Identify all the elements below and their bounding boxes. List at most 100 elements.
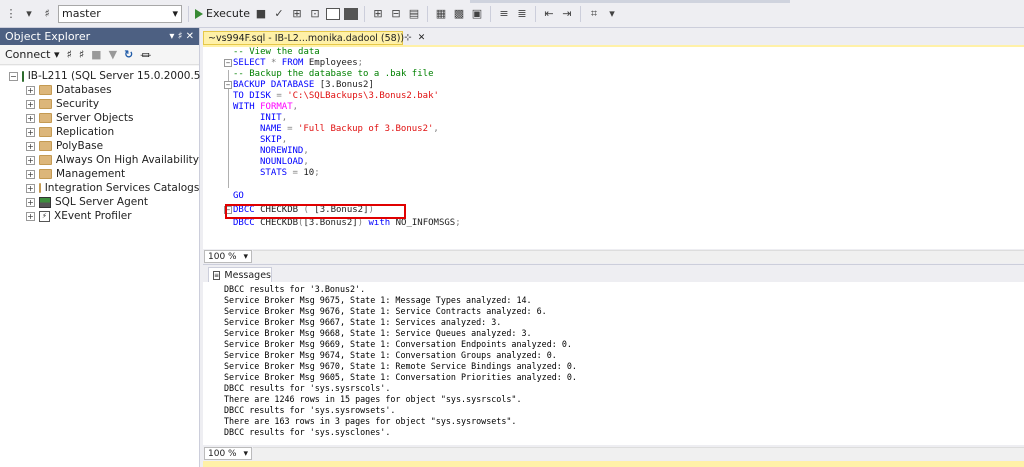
tab-messages[interactable]: ≡ Messages (208, 267, 272, 283)
expand-icon[interactable]: + (26, 197, 35, 207)
uncomment-icon[interactable]: ≣ (515, 7, 529, 21)
toolbar-separator (427, 5, 428, 22)
folder-icon (39, 141, 52, 151)
message-line: Service Broker Msg 9668, State 1: Servic… (224, 328, 532, 338)
message-line: DBCC results for 'sys.sysclones'. (224, 427, 391, 437)
results-to-text-icon[interactable]: ▦ (434, 7, 448, 21)
expand-icon[interactable]: + (26, 211, 35, 221)
messages-horizontal-scrollbar[interactable] (253, 447, 1024, 460)
folder-icon (38, 183, 41, 193)
tree-node-security[interactable]: + Security (0, 97, 199, 111)
stop-icon[interactable]: ■ (254, 7, 268, 21)
tree-node-replication[interactable]: + Replication (0, 125, 199, 139)
collapse-icon[interactable]: − (224, 81, 232, 89)
filter-icon[interactable]: ▾ (22, 7, 36, 21)
live-stats-icon[interactable]: ⊟ (389, 7, 403, 21)
message-line: Service Broker Msg 9669, State 1: Conver… (224, 339, 572, 349)
tree-node-label: Management (56, 168, 126, 180)
code-text: WITH FORMAT, (233, 102, 299, 112)
message-line: DBCC results for 'sys.sysrowsets'. (224, 405, 396, 415)
message-line: Service Broker Msg 9674, State 1: Conver… (224, 350, 557, 360)
expand-icon[interactable]: + (26, 99, 35, 109)
tree-node-xevent-profiler[interactable]: + ⚡ XEvent Profiler (0, 209, 199, 223)
client-stats-icon[interactable]: ▤ (407, 7, 421, 21)
results-to-grid-icon[interactable]: ▩ (452, 7, 466, 21)
specify-values-icon[interactable]: ⌗ (587, 7, 601, 21)
expand-icon[interactable]: + (26, 155, 35, 165)
panel-controls[interactable]: ▾ ♯ ✕ (169, 31, 194, 42)
tree-node-label: Always On High Availability (55, 154, 199, 166)
message-line: DBCC results for 'sys.sysrscols'. (224, 383, 391, 393)
expand-icon[interactable]: + (26, 113, 35, 123)
results-tabbar: ≡ Messages (203, 264, 1024, 283)
tree-node-integration-services[interactable]: + Integration Services Catalogs (0, 181, 199, 195)
folder-icon (39, 99, 52, 109)
tree-node-management[interactable]: + Management (0, 167, 199, 181)
parse-check-icon[interactable]: ✓ (272, 7, 286, 21)
expand-icon[interactable]: + (26, 169, 35, 179)
zoom-value: 100 % (208, 251, 237, 262)
grip-icon: ⋮ (5, 7, 17, 20)
increase-indent-icon[interactable]: ⇥ (560, 7, 574, 21)
agent-icon (39, 196, 51, 208)
comment-icon[interactable]: ≡ (497, 7, 511, 21)
object-explorer-title: Object Explorer (5, 30, 91, 43)
database-select[interactable]: master ▾ (58, 4, 182, 23)
display-estimated-plan-icon[interactable]: ⊞ (290, 7, 304, 21)
tree-node-databases[interactable]: + Databases (0, 83, 199, 97)
pin-icon[interactable]: ⊹ (404, 33, 412, 43)
execute-button[interactable]: Execute (195, 7, 250, 20)
available-databases-icon[interactable]: ♯ (40, 7, 54, 21)
include-plan-icon[interactable]: ⊞ (371, 7, 385, 21)
disconnect-icon[interactable]: ♯ (79, 48, 84, 61)
intellisense-icon[interactable] (326, 7, 340, 20)
tab-query-editor[interactable]: ~vs994F.sql - IB-L2...monika.dadool (58)… (203, 31, 425, 45)
message-line: Service Broker Msg 9676, State 1: Servic… (224, 306, 547, 316)
message-line: Service Broker Msg 9605, State 1: Conver… (224, 372, 577, 382)
expand-icon[interactable]: + (26, 85, 35, 95)
chevron-down-icon: ▾ (243, 251, 248, 262)
query-designer-icon[interactable]: ⊡ (308, 7, 322, 21)
expand-icon[interactable]: + (26, 183, 35, 193)
tree-node-label: SQL Server Agent (55, 196, 148, 208)
query-editor[interactable]: -- View the data − SELECT * FROM Employee… (203, 47, 1024, 249)
collapse-icon[interactable]: − (224, 59, 232, 67)
tree-node-server[interactable]: − IB-L211 (SQL Server 15.0.2000.5 - STEL… (0, 69, 242, 83)
code-text: DBCC CHECKDB([3.Bonus2]) with NO_INFOMSG… (233, 218, 461, 228)
query-options-icon[interactable] (344, 7, 358, 20)
tree-node-server-objects[interactable]: + Server Objects (0, 111, 199, 125)
tree-node-label: Integration Services Catalogs (44, 182, 200, 194)
highlight-annotation (225, 204, 406, 219)
activity-monitor-icon[interactable]: ⏛ (140, 47, 151, 63)
tree-node-sql-server-agent[interactable]: + SQL Server Agent (0, 195, 199, 209)
message-line: Service Broker Msg 9675, State 1: Messag… (224, 295, 532, 305)
filter-icon[interactable]: ▼ (109, 48, 117, 61)
code-text: -- View the data (233, 47, 320, 57)
toolbar-separator (580, 5, 581, 22)
editor-zoom-select[interactable]: 100 % ▾ (204, 250, 252, 263)
editor-horizontal-scrollbar[interactable] (253, 250, 1024, 263)
close-icon[interactable]: ✕ (418, 33, 426, 43)
collapse-icon[interactable]: − (9, 71, 18, 81)
tab-title: ~vs994F.sql - IB-L2...monika.dadool (58)… (208, 32, 405, 44)
expand-icon[interactable]: + (26, 127, 35, 137)
messages-pane[interactable]: DBCC results for '3.Bonus2'. Service Bro… (203, 282, 1024, 445)
code-text: STATS = 10; (260, 168, 320, 178)
folder-icon (39, 169, 52, 179)
object-explorer-toolbar: Connect ▾ ♯ ♯ ■ ▼ ↻ ⏛ (0, 45, 199, 65)
tree-node-always-on[interactable]: + Always On High Availability (0, 153, 199, 167)
decrease-indent-icon[interactable]: ⇤ (542, 7, 556, 21)
tree-node-label: Databases (56, 84, 112, 96)
connect-icon[interactable]: ♯ (67, 48, 72, 61)
tree-node-polybase[interactable]: + PolyBase (0, 139, 199, 153)
messages-zoom-select[interactable]: 100 % ▾ (204, 447, 252, 460)
toolbar-overflow-icon[interactable]: ▾ (605, 7, 619, 21)
results-to-file-icon[interactable]: ▣ (470, 7, 484, 21)
stop-icon[interactable]: ■ (91, 48, 101, 61)
expand-icon[interactable]: + (26, 141, 35, 151)
tree-node-label: Server Objects (56, 112, 134, 124)
code-text: GO (233, 191, 244, 201)
refresh-icon[interactable]: ↻ (124, 48, 133, 61)
connect-button[interactable]: Connect ▾ (5, 48, 60, 61)
message-line: There are 1246 rows in 15 pages for obje… (224, 394, 522, 404)
